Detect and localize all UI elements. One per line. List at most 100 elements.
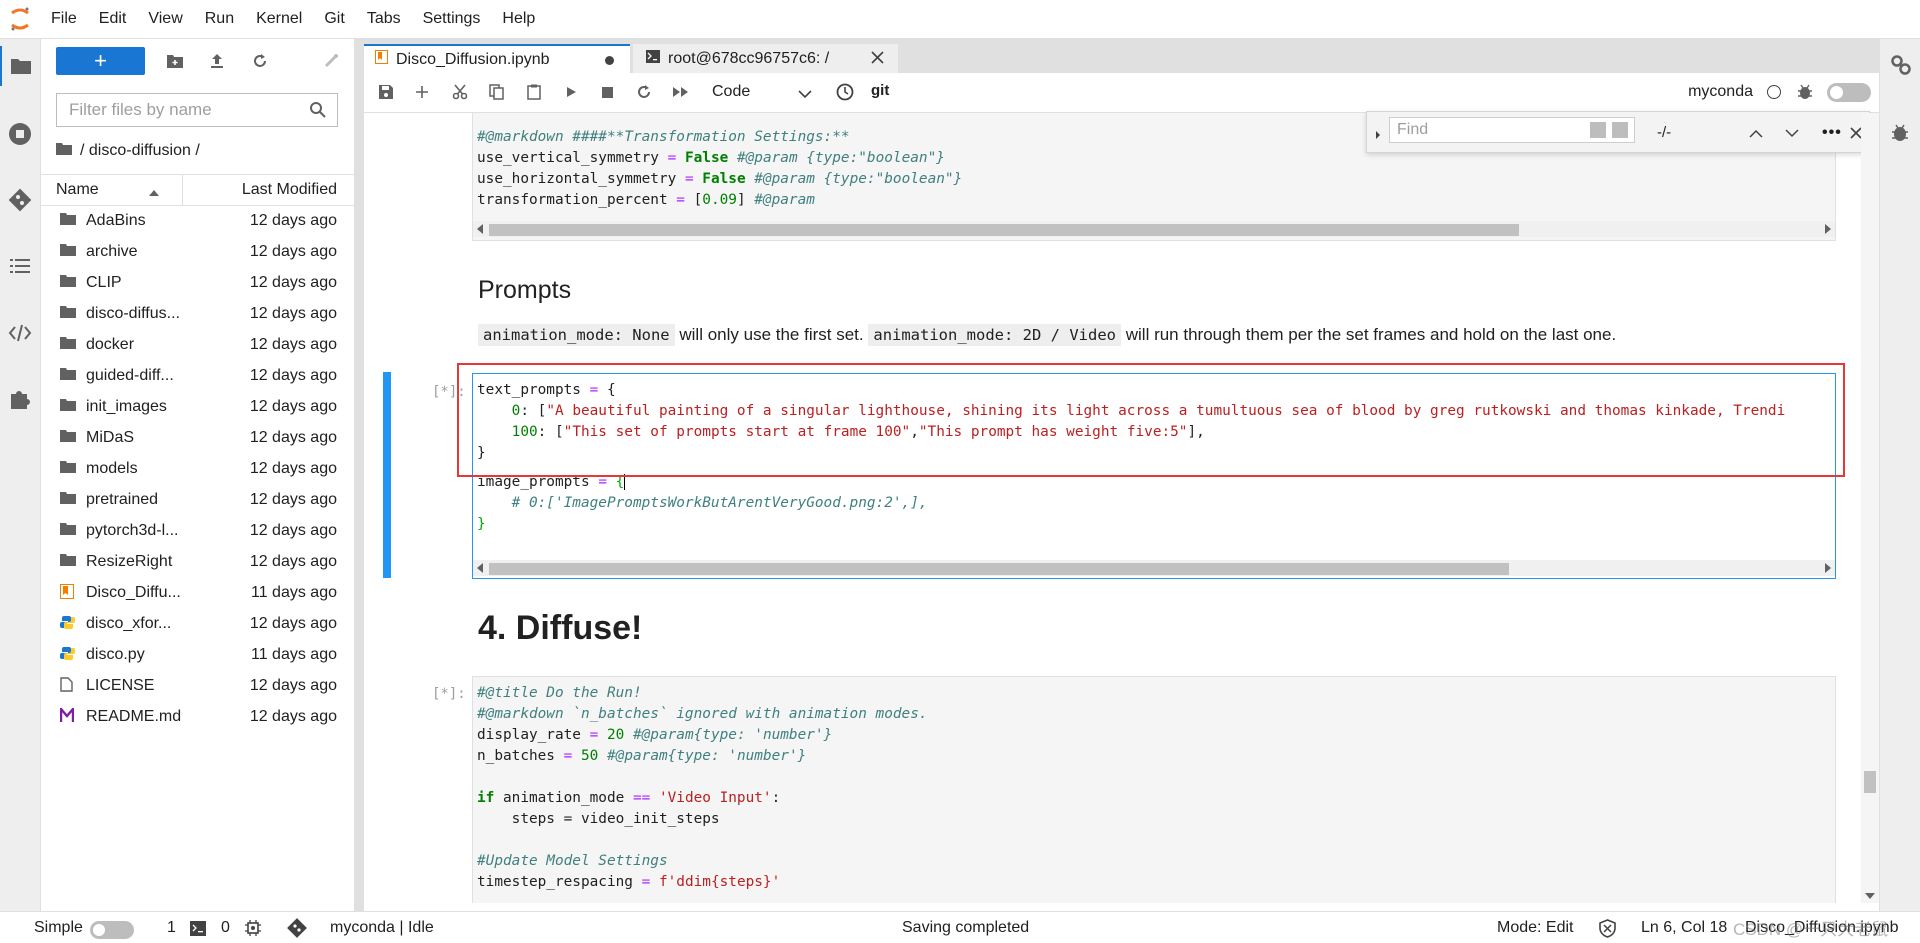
file-filter-input[interactable] [67, 99, 301, 121]
git-icon[interactable] [287, 918, 307, 943]
scrollbar-thumb[interactable] [489, 563, 1509, 575]
chevron-up-icon[interactable] [1749, 125, 1763, 143]
terminal-icon[interactable] [190, 921, 206, 941]
vertical-scrollbar[interactable] [1861, 113, 1879, 903]
kernel-status-idle-icon [1767, 85, 1781, 99]
sort-ascending-icon[interactable] [148, 184, 160, 202]
file-list-item[interactable]: guided-diff... 12 days ago [41, 360, 354, 391]
scrollbar-thumb[interactable] [489, 224, 1519, 236]
scroll-right-arrow-icon[interactable] [1825, 563, 1831, 573]
menu-git[interactable]: Git [313, 10, 355, 28]
git-icon[interactable] [0, 180, 40, 220]
horizontal-scrollbar[interactable] [473, 560, 1835, 576]
extension-puzzle-icon[interactable] [0, 379, 40, 419]
restart-icon[interactable] [630, 80, 658, 104]
more-options-icon[interactable]: ••• [1822, 124, 1842, 142]
menu-file[interactable]: File [40, 10, 88, 28]
column-modified-header[interactable]: Last Modified [242, 181, 337, 199]
editor-mode[interactable]: Mode: Edit [1497, 919, 1573, 937]
menu-tabs[interactable]: Tabs [356, 10, 412, 28]
menu-kernel[interactable]: Kernel [245, 10, 313, 28]
property-inspector-icon[interactable] [1890, 54, 1912, 81]
run-icon[interactable] [557, 80, 585, 104]
file-list-item[interactable]: models 12 days ago [41, 453, 354, 484]
file-list-item[interactable]: LICENSE 12 days ago [41, 670, 354, 701]
folder-icon[interactable] [56, 142, 72, 160]
column-name-header[interactable]: Name [56, 181, 99, 199]
file-list-item[interactable]: README.md 12 days ago [41, 701, 354, 732]
menu-settings[interactable]: Settings [412, 10, 492, 28]
refresh-icon[interactable] [244, 47, 276, 75]
upload-icon[interactable] [201, 47, 233, 75]
terminal-count[interactable]: 1 [167, 919, 176, 937]
menu-run[interactable]: Run [194, 10, 245, 28]
code-cell-do-the-run[interactable]: #@title Do the Run! #@markdown `n_batche… [472, 676, 1836, 903]
file-list-item[interactable]: disco-diffus... 12 days ago [41, 298, 354, 329]
file-list-item[interactable]: AdaBins 12 days ago [41, 205, 354, 236]
scroll-left-arrow-icon[interactable] [477, 224, 483, 234]
tab-notebook[interactable]: Disco_Diffusion.ipynb [364, 44, 630, 73]
stop-icon[interactable] [593, 80, 621, 104]
file-name: models [86, 459, 138, 477]
debugger-toggle[interactable] [1827, 83, 1871, 102]
file-list-item[interactable]: ResizeRight 12 days ago [41, 546, 354, 577]
kernel-name[interactable]: myconda [1688, 83, 1753, 101]
file-list-item[interactable]: init_images 12 days ago [41, 391, 354, 422]
file-list-item[interactable]: disco.py 11 days ago [41, 639, 354, 670]
shield-icon[interactable] [1599, 919, 1616, 943]
add-cell-icon[interactable] [408, 80, 436, 104]
fast-forward-icon[interactable] [667, 80, 695, 104]
file-list-item[interactable]: Disco_Diffu... 11 days ago [41, 577, 354, 608]
scroll-down-arrow-icon[interactable] [1865, 893, 1875, 899]
find-input[interactable] [1395, 120, 1589, 140]
panel-splitter[interactable] [354, 39, 364, 911]
running-sessions-icon[interactable] [0, 114, 40, 154]
menu-help[interactable]: Help [491, 10, 546, 28]
folder-icon[interactable] [0, 46, 40, 86]
tab-terminal[interactable]: root@678cc96757c6: / [633, 44, 898, 73]
menu-view[interactable]: View [137, 10, 193, 28]
file-list-item[interactable]: disco_xfor... 12 days ago [41, 608, 354, 639]
new-launcher-button[interactable]: + [56, 47, 145, 75]
unsaved-dot-icon[interactable] [605, 56, 614, 65]
file-modified: 12 days ago [249, 304, 337, 322]
git-clone-icon[interactable] [315, 47, 347, 75]
cursor-position[interactable]: Ln 6, Col 18 [1641, 919, 1727, 937]
match-case-icon[interactable] [1590, 122, 1606, 138]
simple-mode-toggle[interactable] [90, 921, 134, 939]
bug-icon[interactable] [1797, 83, 1813, 106]
horizontal-scrollbar[interactable] [473, 221, 1835, 237]
file-modified: 12 days ago [249, 676, 337, 694]
code-icon[interactable] [0, 313, 40, 353]
file-list-item[interactable]: archive 12 days ago [41, 236, 354, 267]
cell-type-select[interactable]: Code [712, 80, 812, 104]
kernel-count[interactable]: 0 [221, 919, 230, 937]
scrollbar-thumb[interactable] [1864, 771, 1876, 793]
save-icon[interactable] [372, 80, 400, 104]
kernel-status[interactable]: myconda | Idle [330, 919, 434, 937]
kernel-chip-icon[interactable] [245, 920, 261, 941]
file-list-item[interactable]: pretrained 12 days ago [41, 484, 354, 515]
regex-icon[interactable] [1612, 122, 1628, 138]
clock-icon[interactable] [831, 80, 859, 104]
notebook-content[interactable]: { #@markdown ####**Transformation Settin… [364, 113, 1861, 903]
file-list-item[interactable]: MiDaS 12 days ago [41, 422, 354, 453]
file-name: AdaBins [86, 211, 146, 229]
debugger-bug-icon[interactable] [1891, 123, 1909, 148]
file-list-item[interactable]: docker 12 days ago [41, 329, 354, 360]
cut-icon[interactable] [446, 80, 474, 104]
table-of-contents-icon[interactable] [0, 246, 40, 286]
expand-replace-icon[interactable] [1375, 127, 1381, 145]
close-icon[interactable] [871, 51, 884, 69]
chevron-down-icon[interactable] [1785, 125, 1799, 143]
copy-icon[interactable] [483, 80, 511, 104]
scroll-right-arrow-icon[interactable] [1825, 224, 1831, 234]
file-list-item[interactable]: CLIP 12 days ago [41, 267, 354, 298]
file-list-item[interactable]: pytorch3d-l... 12 days ago [41, 515, 354, 546]
new-folder-icon[interactable] [159, 47, 191, 75]
git-button[interactable]: git [871, 82, 889, 99]
menu-edit[interactable]: Edit [88, 10, 138, 28]
breadcrumb-path[interactable]: / disco-diffusion / [80, 142, 200, 160]
paste-icon[interactable] [520, 80, 548, 104]
scroll-left-arrow-icon[interactable] [477, 563, 483, 573]
